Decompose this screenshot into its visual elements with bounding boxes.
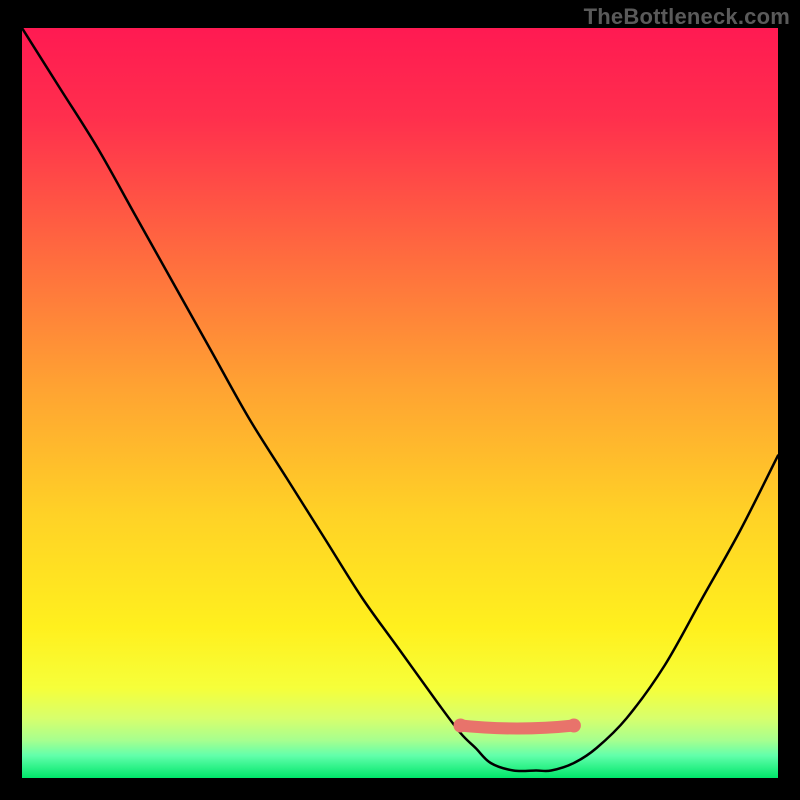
watermark-text: TheBottleneck.com — [584, 4, 790, 30]
optimal-range-end-dot — [567, 719, 581, 733]
plot-svg — [22, 28, 778, 778]
optimal-range-band — [460, 726, 573, 729]
plot-area — [22, 28, 778, 778]
optimal-range-start-dot — [453, 719, 467, 733]
chart-stage: TheBottleneck.com — [0, 0, 800, 800]
